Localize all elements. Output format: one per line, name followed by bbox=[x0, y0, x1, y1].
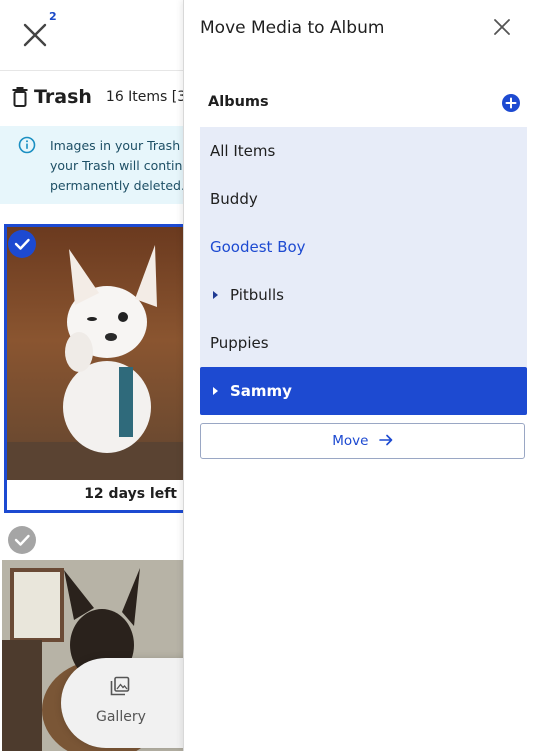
expand-caret-icon[interactable] bbox=[213, 291, 218, 299]
plus-icon bbox=[505, 97, 517, 109]
move-button-label: Move bbox=[332, 433, 369, 449]
add-album-button[interactable] bbox=[502, 94, 520, 112]
close-selection-icon[interactable] bbox=[22, 22, 48, 48]
move-to-album-panel: Move Media to Album Albums All Items Bud… bbox=[183, 0, 541, 751]
album-item-sammy[interactable]: Sammy bbox=[200, 367, 527, 415]
info-line: your Trash will continu bbox=[50, 158, 184, 173]
selected-check-icon[interactable] bbox=[8, 230, 36, 258]
album-label: Sammy bbox=[230, 382, 292, 400]
trash-title: Trash bbox=[34, 86, 92, 108]
gallery-nav-pill[interactable] bbox=[61, 658, 184, 748]
albums-heading: Albums bbox=[208, 94, 269, 110]
gallery-label[interactable]: Gallery bbox=[96, 709, 146, 725]
media-item[interactable]: 12 days left bbox=[4, 224, 184, 513]
album-list: All Items Buddy Goodest Boy Pitbulls Pup… bbox=[200, 127, 527, 415]
album-item-buddy[interactable]: Buddy bbox=[200, 175, 527, 223]
chihuahua-photo bbox=[7, 245, 184, 487]
album-item-pitbulls[interactable]: Pitbulls bbox=[200, 271, 527, 319]
move-button[interactable]: Move bbox=[200, 423, 525, 459]
arrow-right-icon bbox=[378, 434, 393, 446]
album-label: All Items bbox=[210, 142, 276, 160]
trash-view: 2 Trash 16 Items [35 Images in your Tras… bbox=[0, 0, 184, 751]
album-item-puppies[interactable]: Puppies bbox=[200, 319, 527, 367]
album-label: Puppies bbox=[210, 334, 269, 352]
trash-icon bbox=[12, 87, 28, 107]
trash-info-text: Images in your Trash v your Trash will c… bbox=[50, 136, 184, 196]
trash-count: 16 Items [35 bbox=[105, 89, 184, 105]
info-icon bbox=[18, 136, 36, 154]
album-label: Pitbulls bbox=[230, 286, 284, 304]
days-left-label: 12 days left bbox=[7, 480, 184, 510]
album-item-goodest-boy[interactable]: Goodest Boy bbox=[200, 223, 527, 271]
dialog-title: Move Media to Album bbox=[200, 18, 385, 38]
selection-bar: 2 bbox=[0, 0, 184, 71]
info-line: permanently deleted. bbox=[50, 178, 184, 193]
album-label: Buddy bbox=[210, 190, 258, 208]
expand-caret-icon[interactable] bbox=[213, 387, 218, 395]
trash-header: Trash 16 Items [35 bbox=[12, 86, 184, 108]
close-icon[interactable] bbox=[491, 16, 513, 38]
album-item-all-items[interactable]: All Items bbox=[200, 127, 527, 175]
unselected-check-icon[interactable] bbox=[8, 526, 36, 554]
album-label: Goodest Boy bbox=[210, 238, 306, 256]
selection-count-badge: 2 bbox=[49, 10, 57, 23]
gallery-icon[interactable] bbox=[110, 676, 130, 696]
info-line: Images in your Trash v bbox=[50, 138, 184, 153]
